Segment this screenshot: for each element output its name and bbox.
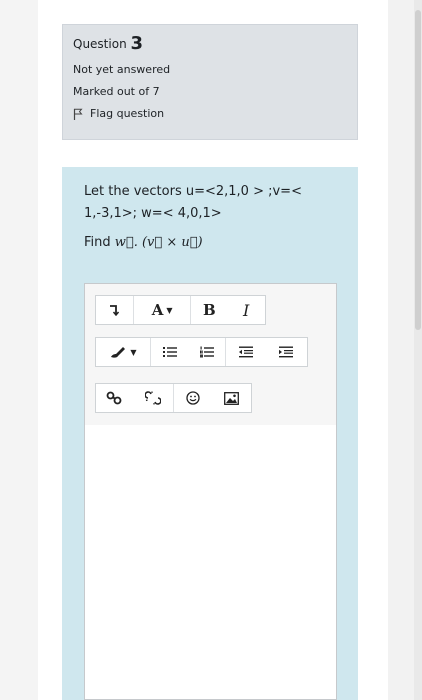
- link-button[interactable]: [96, 384, 133, 412]
- indent-button[interactable]: [266, 338, 306, 366]
- question-label: Question: [73, 37, 127, 51]
- image-button[interactable]: [212, 384, 251, 412]
- flag-question-link[interactable]: Flag question: [73, 107, 357, 120]
- bold-button[interactable]: B: [191, 296, 227, 324]
- outdent-button[interactable]: [226, 338, 266, 366]
- numbered-list-icon: [199, 346, 214, 358]
- chevron-down-icon: ▼: [130, 347, 137, 357]
- show-more-buttons[interactable]: [96, 296, 133, 324]
- question-info-panel: Question 3 Not yet answered Marked out o…: [62, 24, 358, 140]
- find-label: Find: [84, 235, 111, 250]
- flag-icon: [73, 108, 83, 120]
- question-number: 3: [130, 33, 144, 54]
- image-icon: [224, 391, 240, 405]
- toolbar-row-1: A ▼ B I: [95, 295, 266, 325]
- chevron-down-icon: ▼: [166, 305, 173, 315]
- answer-editor[interactable]: A ▼ B I ▼: [84, 283, 337, 700]
- scrollbar-thumb[interactable]: [415, 10, 421, 330]
- link-icon: [106, 391, 122, 405]
- question-text: Let the vectors u=<2,1,0 > ;v=< 1,-3,1>;…: [84, 181, 346, 225]
- unlink-button[interactable]: [133, 384, 173, 412]
- page-margin-left: [0, 0, 38, 700]
- editor-toolbar: A ▼ B I ▼: [85, 284, 336, 426]
- indent-icon: [279, 346, 293, 358]
- outdent-icon: [239, 346, 253, 358]
- paint-brush-icon: [111, 347, 126, 358]
- question-text-line-1: Let the vectors u=<2,1,0 > ;v=<: [84, 184, 302, 199]
- find-expression: w⃗. (v⃗ × u⃗): [114, 235, 203, 250]
- smiley-icon: [186, 391, 200, 405]
- emoticon-button[interactable]: [174, 384, 213, 412]
- unlink-icon: [144, 391, 161, 405]
- find-instruction: Find w⃗. (v⃗ × u⃗): [84, 233, 358, 253]
- marks-info: Marked out of 7: [73, 85, 160, 98]
- answer-text-area[interactable]: [85, 425, 336, 699]
- italic-button[interactable]: I: [227, 296, 265, 324]
- answer-status: Not yet answered: [73, 63, 171, 76]
- toolbar-row-3: [95, 383, 252, 413]
- toolbar-row-2: ▼: [95, 337, 308, 367]
- question-heading: Question 3: [73, 33, 357, 54]
- unordered-list-button[interactable]: [151, 338, 188, 366]
- bullet-list-icon: [162, 347, 177, 357]
- question-text-line-2: 1,-3,1>; w=< 4,0,1>: [84, 206, 222, 221]
- paragraph-styles-button[interactable]: A ▼: [134, 296, 191, 324]
- text-color-button[interactable]: ▼: [96, 338, 150, 366]
- flag-question-label: Flag question: [90, 107, 165, 120]
- expand-arrow-icon: [110, 305, 120, 316]
- ordered-list-button[interactable]: [188, 338, 225, 366]
- scrollbar[interactable]: [414, 0, 422, 700]
- paragraph-styles-label: A: [151, 301, 164, 319]
